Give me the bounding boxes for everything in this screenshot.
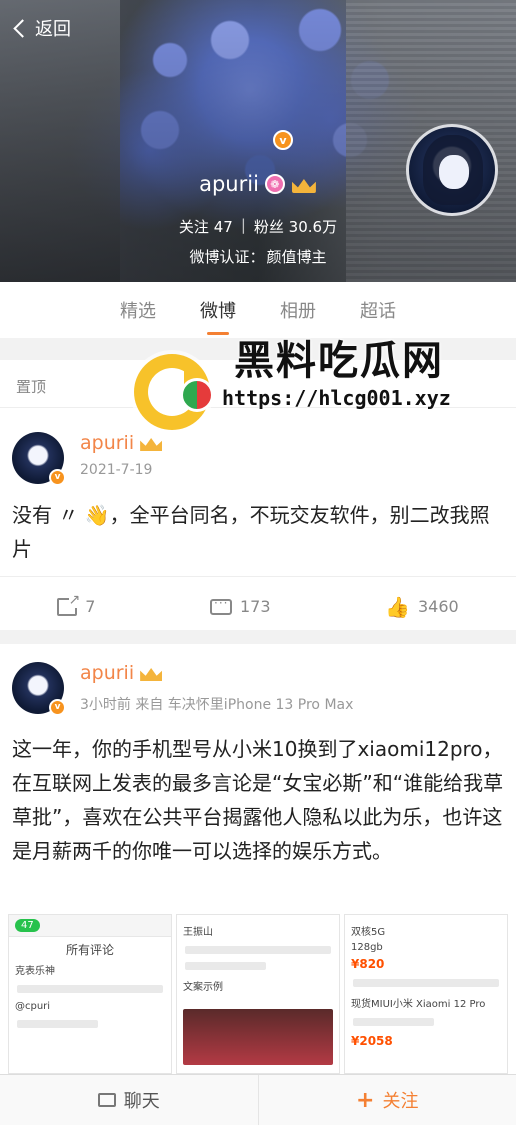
plus-icon: +: [356, 1087, 375, 1113]
thumbs-up-icon: 👍: [385, 594, 410, 619]
post-author[interactable]: apurii: [80, 432, 134, 454]
profile-header: 返回 v apurii ❁ 关注 47 | 粉丝 30.6万 微博认证： 颜值博…: [0, 0, 516, 282]
follow-label: 关注: [382, 1091, 419, 1112]
bottom-action-bar: 聊天 + 关注: [0, 1074, 516, 1125]
followers-label: 粉丝: [253, 218, 284, 236]
chat-button[interactable]: 聊天: [0, 1075, 259, 1125]
post-image-2[interactable]: 王振山 文案示例: [176, 914, 340, 1074]
follow-button[interactable]: + 关注: [259, 1075, 516, 1125]
profile-avatar[interactable]: [406, 124, 498, 216]
post-avatar[interactable]: v: [12, 432, 66, 486]
share-count: 7: [85, 597, 96, 616]
post-card[interactable]: v apurii 2021-7-19 没有 〃 👋，全平台同名，不玩交友软件，别…: [0, 408, 516, 630]
tab-weibo[interactable]: 微博: [200, 289, 236, 331]
followers-count: 30.6万: [288, 218, 338, 236]
crown-icon[interactable]: [291, 175, 317, 193]
post-card[interactable]: v apurii 3小时前 来自 车决怀里iPhone 13 Pro Max 这…: [0, 644, 516, 1074]
comment-button[interactable]: 173: [210, 596, 271, 616]
like-button[interactable]: 👍 3460: [385, 595, 459, 619]
thumb-price-2: ¥2058: [351, 1034, 393, 1048]
chat-icon: [97, 1093, 116, 1107]
thumb-tag: 双核5G: [351, 927, 386, 938]
verification-row: 微博认证： 颜值博主: [0, 246, 516, 267]
following-count: 47: [213, 218, 233, 236]
profile-avatar-wrap[interactable]: v: [203, 62, 498, 216]
post-avatar[interactable]: v: [12, 662, 66, 716]
post-image-grid: 47 所有评论 克表乐神 @cpuri 王振山 文案示例 双核5G 128gb …: [8, 914, 508, 1074]
post-text: 这一年，你的手机型号从小米10换到了xiaomi12pro，在互联网上发表的最多…: [12, 737, 504, 863]
thumb-name: 王振山: [183, 927, 213, 938]
thumb-spec: 128gb: [351, 942, 383, 953]
username-row: apurii ❁: [0, 172, 516, 196]
chat-label: 聊天: [123, 1091, 160, 1112]
thumb-price: ¥820: [351, 957, 385, 971]
post-actions: 7 173 👍 3460: [0, 576, 516, 636]
thumb-placeholder-line: [185, 962, 266, 970]
post-text: 没有 〃 👋，全平台同名，不玩交友软件，别二改我照片: [12, 503, 490, 561]
tab-supertopic[interactable]: 超话: [360, 289, 396, 331]
thumb-placeholder-line: [17, 985, 163, 993]
thumb-placeholder-line: [353, 979, 499, 987]
thumb-time: 47: [15, 919, 40, 932]
verified-v-icon: v: [273, 130, 293, 150]
profile-tabs: 精选 微博 相册 超话: [0, 282, 516, 338]
thumb-product-title: 现货MIUI小米 Xiaomi 12 Pro: [351, 999, 486, 1010]
post-author-row: apurii: [80, 662, 162, 684]
thumb-status-bar: 47: [9, 915, 171, 937]
share-icon: [57, 591, 81, 616]
followers-stat[interactable]: 粉丝 30.6万: [254, 216, 337, 237]
thumb-mention: @cpuri: [15, 1001, 51, 1012]
profile-username: apurii: [199, 172, 259, 196]
verified-v-icon: v: [49, 469, 66, 486]
post-image-1[interactable]: 47 所有评论 克表乐神 @cpuri: [8, 914, 172, 1074]
thumb-line: 文案示例: [183, 982, 223, 993]
thumb-title: 所有评论: [65, 943, 114, 957]
following-label: 关注: [178, 218, 209, 236]
comment-icon: [210, 596, 232, 615]
thumb-placeholder-line: [353, 1018, 434, 1026]
thumb-line: 克表乐神: [15, 966, 55, 977]
post-image-3[interactable]: 双核5G 128gb ¥820 现货MIUI小米 Xiaomi 12 Pro ¥…: [344, 914, 508, 1074]
post-meta: 2021-7-19: [80, 462, 153, 478]
like-count: 3460: [418, 597, 459, 616]
chevron-left-icon: [13, 18, 32, 38]
thumb-photo: [183, 1009, 333, 1065]
thumb-placeholder-line: [185, 946, 331, 954]
stats-row: 关注 47 | 粉丝 30.6万: [0, 216, 516, 237]
verify-value: 颜值博主: [266, 248, 327, 266]
pinned-label: 置顶: [0, 360, 516, 408]
stats-divider: |: [240, 216, 246, 234]
verify-label: 微博认证：: [189, 248, 265, 266]
post-author-row: apurii: [80, 432, 162, 454]
thumb-placeholder-line: [17, 1020, 98, 1028]
comment-count: 173: [240, 597, 271, 616]
following-stat[interactable]: 关注 47: [179, 216, 233, 237]
back-label: 返回: [35, 19, 71, 40]
crown-icon: [140, 435, 162, 451]
crown-icon: [140, 665, 162, 681]
verified-v-icon: v: [49, 699, 66, 716]
pink-badge-icon[interactable]: ❁: [264, 174, 285, 194]
post-author[interactable]: apurii: [80, 662, 134, 684]
share-button[interactable]: 7: [57, 591, 96, 616]
back-button[interactable]: 返回: [12, 12, 71, 44]
tab-album[interactable]: 相册: [280, 289, 316, 331]
post-meta: 3小时前 来自 车决怀里iPhone 13 Pro Max: [80, 697, 354, 713]
tab-featured[interactable]: 精选: [120, 289, 156, 331]
